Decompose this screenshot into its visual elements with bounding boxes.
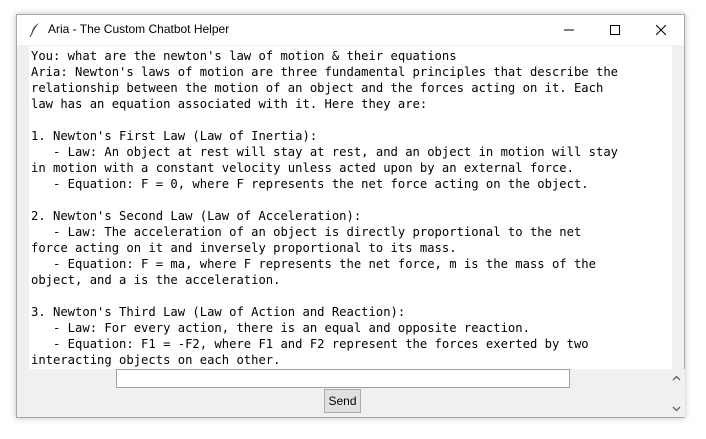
chat-line: in motion with a constant velocity unles…	[31, 161, 574, 175]
chevron-up-icon	[672, 375, 681, 380]
chevron-down-icon	[672, 406, 681, 411]
chat-line: 2. Newton's Second Law (Law of Accelerat…	[31, 209, 362, 223]
maximize-icon	[610, 25, 620, 35]
chat-line: You: what are the newton's law of motion…	[31, 49, 457, 63]
minimize-button[interactable]	[546, 15, 592, 45]
window-title: Aria - The Custom Chatbot Helper	[48, 22, 230, 36]
chat-line: - Law: For every action, there is an equ…	[31, 321, 530, 335]
chat-line: interacting objects on each other.	[31, 353, 281, 367]
chat-line: - Equation: F1 = -F2, where F1 and F2 re…	[31, 337, 589, 351]
chat-line: force acting on it and inversely proport…	[31, 241, 457, 255]
chat-line: - Law: The acceleration of an object is …	[31, 225, 582, 239]
close-icon	[656, 25, 666, 35]
chat-line: law has an equation associated with it. …	[31, 97, 428, 111]
chat-transcript: You: what are the newton's law of motion…	[29, 46, 672, 368]
message-input[interactable]	[116, 369, 570, 388]
send-button[interactable]: Send	[324, 389, 361, 413]
chatbot-window: Aria - The Custom Chatbot Helper You: wh…	[16, 14, 685, 418]
chat-line: - Law: An object at rest will stay at re…	[31, 145, 618, 159]
chat-line: - Equation: F = ma, where F represents t…	[31, 257, 596, 271]
feather-icon	[27, 22, 43, 38]
chat-line: Aria: Newton's laws of motion are three …	[31, 65, 618, 79]
minimize-icon	[564, 29, 574, 31]
chat-line: - Equation: F = 0, where F represents th…	[31, 177, 589, 191]
close-button[interactable]	[638, 15, 684, 45]
scroll-down-button[interactable]	[668, 400, 685, 417]
vertical-scrollbar[interactable]	[668, 369, 685, 417]
chat-line: 3. Newton's Third Law (Law of Action and…	[31, 305, 406, 319]
maximize-button[interactable]	[592, 15, 638, 45]
chat-history[interactable]: You: what are the newton's law of motion…	[29, 46, 672, 369]
title-bar[interactable]: Aria - The Custom Chatbot Helper	[17, 15, 684, 45]
scroll-up-button[interactable]	[668, 369, 685, 386]
chat-line: 1. Newton's First Law (Law of Inertia):	[31, 129, 318, 143]
chat-line: relationship between the motion of an ob…	[31, 81, 604, 95]
chat-line: object, and a is the acceleration.	[31, 273, 281, 287]
